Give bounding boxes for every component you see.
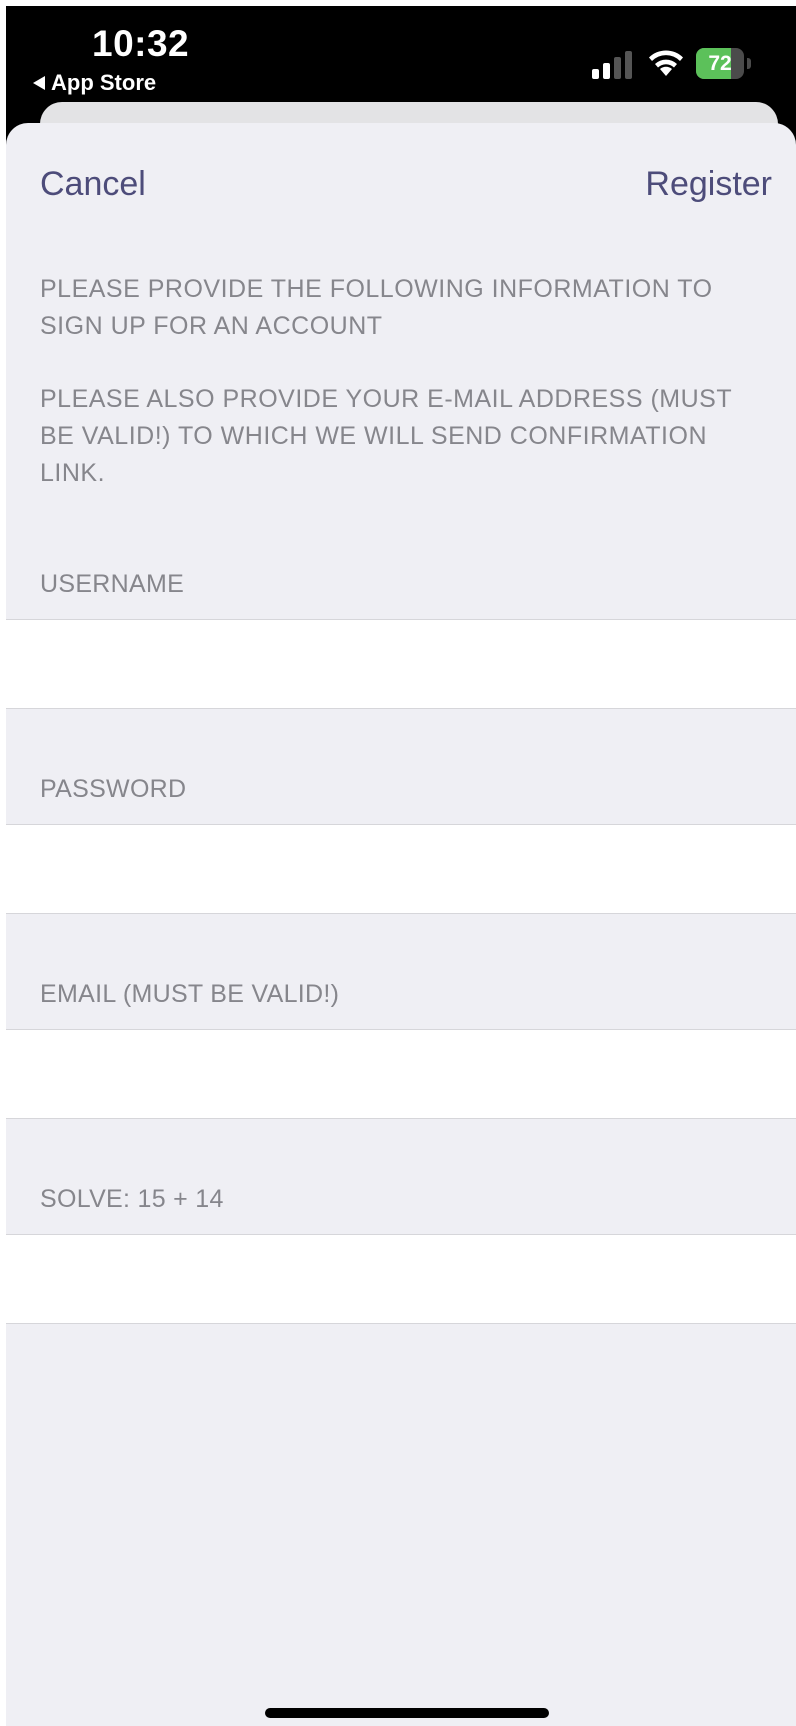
email-input[interactable]	[6, 1030, 796, 1118]
username-row	[6, 619, 796, 709]
email-instructions: PLEASE ALSO PROVIDE YOUR E-MAIL ADDRESS …	[40, 385, 732, 487]
captcha-input[interactable]	[6, 1235, 796, 1323]
status-time: 10:32	[92, 23, 190, 64]
username-input[interactable]	[6, 620, 796, 708]
battery-percentage: 72	[708, 52, 732, 75]
home-indicator	[265, 1708, 549, 1718]
email-row	[6, 1029, 796, 1119]
password-row	[6, 824, 796, 914]
username-label: USERNAME	[40, 570, 185, 598]
email-label: EMAIL (MUST BE VALID!)	[40, 980, 340, 1008]
password-input[interactable]	[6, 825, 796, 913]
signup-instructions: PLEASE PROVIDE THE FOLLOWING INFORMATION…	[40, 275, 713, 340]
status-bar: 10:32 App Store 72	[6, 6, 796, 102]
battery-icon: 72	[696, 48, 752, 79]
phone-screen: 10:32 App Store 72 Cancel Register PLEAS…	[6, 6, 796, 1726]
back-arrow-icon	[33, 76, 45, 90]
back-to-app-store[interactable]: App Store	[33, 70, 156, 96]
captcha-row	[6, 1234, 796, 1324]
captcha-label: SOLVE: 15 + 14	[40, 1185, 224, 1213]
signal-icon	[592, 51, 632, 79]
registration-sheet: Cancel Register PLEASE PROVIDE THE FOLLO…	[6, 123, 796, 1726]
register-button[interactable]: Register	[645, 165, 772, 204]
cancel-button[interactable]: Cancel	[40, 165, 146, 204]
password-label: PASSWORD	[40, 775, 187, 803]
back-app-label: App Store	[51, 70, 157, 95]
wifi-icon	[649, 50, 683, 76]
